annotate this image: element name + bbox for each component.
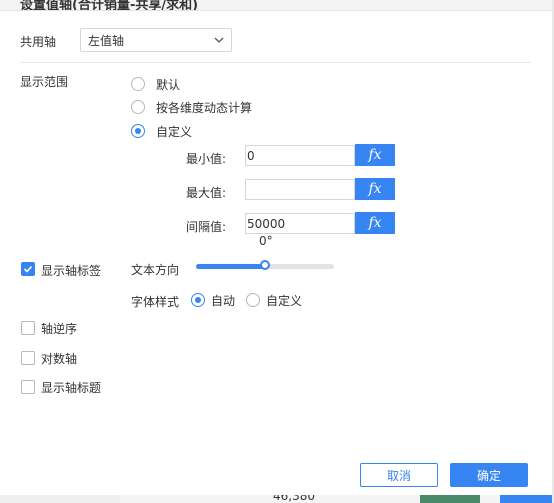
shared-axis-label: 共用轴 <box>20 35 57 49</box>
show-axis-labels-label: 显示轴标签 <box>41 264 102 278</box>
font-style-label: 字体样式 <box>131 295 180 309</box>
reverse-axis-label: 轴逆序 <box>41 322 78 336</box>
text-direction-label: 文本方向 <box>131 263 180 277</box>
text-angle-value: 0° <box>259 234 273 248</box>
slider-fill <box>196 264 265 269</box>
log-axis-label: 对数轴 <box>41 352 78 366</box>
shared-axis-select[interactable]: 左值轴 <box>80 28 232 52</box>
interval-value-text: 50000 <box>247 217 286 231</box>
font-style-auto-radio[interactable] <box>191 293 205 307</box>
background-value: 46,380 <box>273 495 315 503</box>
reverse-axis-checkbox[interactable] <box>21 321 35 335</box>
interval-value-label: 间隔值: <box>186 220 227 234</box>
font-style-auto-label: 自动 <box>211 294 236 308</box>
close-icon[interactable]: × <box>20 0 542 10</box>
ok-button[interactable]: 确定 <box>450 463 528 487</box>
min-value-label: 最小值: <box>186 152 227 166</box>
font-style-custom-label: 自定义 <box>266 294 303 308</box>
interval-value-input[interactable]: 50000 <box>245 213 355 234</box>
show-axis-labels-checkbox[interactable] <box>21 262 35 276</box>
show-axis-title-label: 显示轴标题 <box>41 381 102 395</box>
min-value-input[interactable]: 0 <box>245 145 355 166</box>
log-axis-checkbox[interactable] <box>21 351 35 365</box>
shared-axis-value: 左值轴 <box>88 34 125 48</box>
display-range-label: 显示范围 <box>20 75 69 89</box>
range-dynamic-radio[interactable] <box>131 100 145 114</box>
cancel-button[interactable]: 取消 <box>360 463 438 487</box>
max-value-label: 最大值: <box>186 186 227 200</box>
range-default-radio[interactable] <box>131 77 145 91</box>
checkmark-icon <box>23 265 33 273</box>
range-custom-label: 自定义 <box>156 125 193 139</box>
section-divider <box>20 62 531 63</box>
show-axis-title-checkbox[interactable] <box>21 380 35 394</box>
interval-fx-button[interactable]: fx <box>355 212 395 234</box>
background-block <box>500 495 554 503</box>
chevron-down-icon <box>214 37 224 43</box>
text-direction-slider[interactable] <box>196 260 334 270</box>
background-block <box>420 495 480 503</box>
dialog-title-bar: 设置值轴(合计销量-共享/求和) × <box>0 0 554 11</box>
max-value-input[interactable] <box>245 179 355 200</box>
background-strip: 46,380 <box>0 495 554 503</box>
font-style-custom-radio[interactable] <box>246 293 260 307</box>
range-dynamic-label: 按各维度动态计算 <box>156 101 253 115</box>
range-default-label: 默认 <box>156 78 181 92</box>
slider-thumb[interactable] <box>260 260 270 270</box>
max-fx-button[interactable]: fx <box>355 178 395 200</box>
min-value-text: 0 <box>247 149 255 163</box>
min-fx-button[interactable]: fx <box>355 144 395 166</box>
range-custom-radio[interactable] <box>131 124 145 138</box>
background-block <box>0 495 120 503</box>
